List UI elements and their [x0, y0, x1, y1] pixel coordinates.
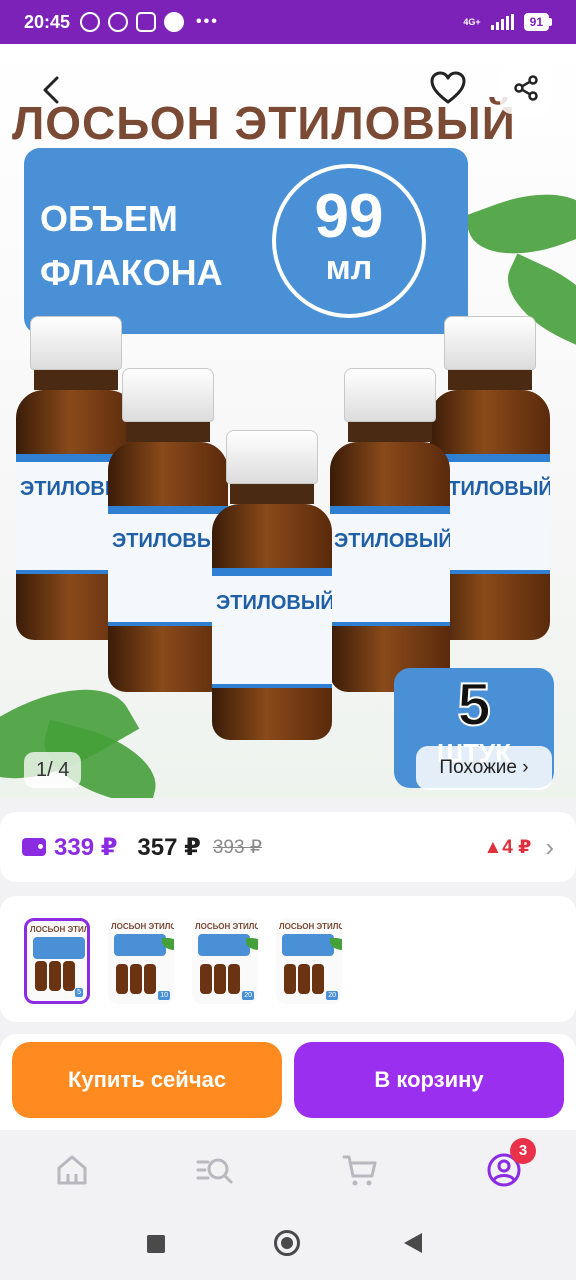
nav-cart[interactable] — [338, 1148, 382, 1192]
more-notifications-icon: ••• — [196, 13, 219, 30]
price-change: ▲4 ₽ — [483, 836, 532, 858]
catalog-search-icon — [196, 1158, 233, 1184]
add-to-cart-button[interactable]: В корзину — [294, 1042, 564, 1118]
instagram-icon — [136, 12, 157, 32]
bottle: ЭТИЛОВЫЙ — [108, 368, 228, 692]
home-button[interactable] — [274, 1230, 300, 1256]
notification-badge: 3 — [510, 1138, 536, 1164]
notification-icons: ••• — [80, 12, 219, 32]
old-price: 393 ₽ — [212, 836, 262, 858]
bottom-navigation: 3 — [0, 1130, 576, 1210]
quantity-value: 5 — [456, 671, 491, 739]
battery-level: 91 — [523, 13, 549, 31]
price-card[interactable]: 339 ₽ 357 ₽ 393 ₽ ▲4 ₽ › — [0, 812, 576, 882]
thumbnail-3[interactable]: ЛОСЬОН ЭТИЛОВЫЙ 20 — [192, 918, 258, 1004]
thumbnail-1[interactable]: ЛОСЬОН ЭТИЛОВЫЙ 5 — [24, 918, 90, 1004]
bottle: ЭТИЛОВЫЙ — [330, 368, 450, 692]
system-navigation-bar — [0, 1210, 576, 1280]
similar-products-button[interactable]: Похожие › — [416, 746, 552, 790]
wallet-price: 339 ₽ — [54, 833, 118, 861]
recent-apps-button[interactable] — [147, 1235, 165, 1253]
status-right: 4G+ 91 — [463, 13, 552, 31]
volume-label: ОБЪЕМ ФЛАКОНА — [40, 198, 223, 293]
share-button[interactable] — [500, 62, 552, 114]
status-bar: 20:45 ••• 4G+ 91 — [0, 0, 576, 44]
volume-circle: 99 мл — [272, 164, 426, 318]
volume-unit: мл — [325, 249, 373, 287]
thumbnail-4[interactable]: ЛОСЬОН ЭТИЛОВЫЙ 20 — [276, 918, 342, 1004]
alarm-icon — [80, 12, 101, 32]
variant-thumbnails: ЛОСЬОН ЭТИЛОВЫЙ 5 ЛОСЬОН ЭТИЛОВЫЙ 10 ЛОС… — [0, 896, 576, 1022]
volume-banner: ОБЪЕМ ФЛАКОНА 99 мл — [24, 148, 468, 334]
product-image-gallery[interactable]: ЛОСЬОН ЭТИЛОВЫЙ ОБЪЕМ ФЛАКОНА 99 мл ЭТИЛ… — [0, 44, 576, 798]
whatsapp-icon — [108, 12, 129, 32]
chevron-left-icon — [43, 76, 59, 104]
home-icon — [57, 1155, 87, 1185]
heart-icon — [430, 71, 466, 104]
signal-icon — [490, 14, 514, 30]
nav-profile[interactable]: 3 — [482, 1138, 536, 1192]
system-back-button[interactable] — [404, 1233, 422, 1253]
cart-icon — [342, 1155, 377, 1186]
buy-now-button[interactable]: Купить сейчас — [12, 1042, 282, 1118]
status-time: 20:45 — [24, 11, 71, 32]
share-icon — [514, 75, 538, 101]
nav-catalog[interactable] — [192, 1148, 236, 1192]
thumbnail-2[interactable]: ЛОСЬОН ЭТИЛОВЫЙ 10 — [108, 918, 174, 1004]
battery-icon: 91 — [523, 13, 552, 31]
volume-value: 99 — [314, 182, 384, 251]
app-notification-icon — [164, 12, 185, 32]
wallet-icon — [22, 838, 46, 856]
chevron-right-icon[interactable]: › — [545, 832, 554, 863]
nav-home[interactable] — [50, 1148, 94, 1192]
bottle: ЭТИЛОВЫЙ — [212, 430, 332, 740]
purchase-actions: Купить сейчас В корзину — [0, 1034, 576, 1130]
back-button[interactable] — [30, 68, 74, 112]
current-price: 357 ₽ — [137, 833, 201, 861]
favorite-button[interactable] — [426, 66, 470, 110]
network-type: 4G+ — [463, 16, 481, 27]
gallery-page-indicator: 1/ 4 — [24, 752, 82, 788]
